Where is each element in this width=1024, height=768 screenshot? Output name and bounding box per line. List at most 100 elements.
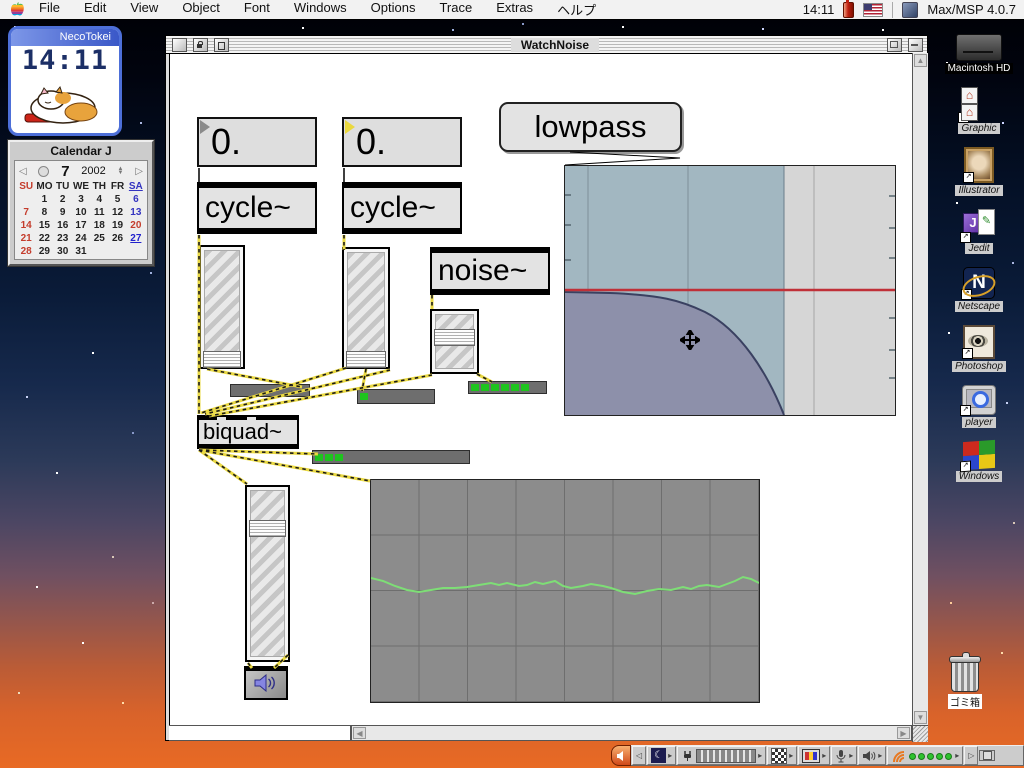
calendar-day[interactable]: 19 — [108, 220, 126, 231]
calendar-day[interactable]: 26 — [108, 233, 126, 244]
calendar-day[interactable]: 11 — [90, 207, 108, 218]
calendar-day[interactable]: 13 — [127, 207, 145, 218]
calendar-day[interactable]: 31 — [72, 246, 90, 257]
calendar-day[interactable]: 15 — [35, 220, 53, 231]
calendar-day[interactable]: 3 — [72, 194, 90, 205]
lock-icon[interactable] — [193, 37, 208, 52]
menu-clock[interactable]: 14:11 — [803, 2, 835, 17]
energy-saver-module[interactable]: ☾ ▸ — [647, 746, 677, 765]
calendar-day[interactable]: 6 — [127, 194, 145, 205]
object-biquad[interactable]: biquad~ — [197, 415, 299, 449]
calendar-day[interactable]: 12 — [108, 207, 126, 218]
calendar-day[interactable]: 27 — [127, 233, 145, 244]
necotokei-widget[interactable]: NecoTokei 14:11 — [8, 26, 122, 136]
menu-item-object[interactable]: Object — [182, 0, 220, 19]
scroll-up-icon[interactable]: ▲ — [914, 54, 927, 67]
desktop-icon-photoshop[interactable]: Photoshop — [952, 325, 1006, 372]
object-cycle-1[interactable]: cycle~ — [197, 182, 317, 234]
desktop-icon-netscape[interactable]: Netscape — [954, 267, 1004, 312]
calendar-today-button[interactable] — [38, 165, 50, 177]
calendar-day[interactable]: 17 — [72, 220, 90, 231]
resolution-module[interactable]: ▸ — [798, 746, 831, 765]
calendar-day[interactable]: 5 — [108, 194, 126, 205]
calendar-day[interactable]: 28 — [17, 246, 35, 257]
slider-frequency-1[interactable] — [199, 245, 245, 369]
desktop-icon-windows[interactable]: Windows — [955, 439, 1003, 482]
control-strip-tab[interactable] — [611, 745, 631, 766]
strip-end-box[interactable] — [979, 750, 996, 761]
scroll-left-icon[interactable]: ◀ — [353, 727, 366, 739]
slider-frequency-2[interactable] — [342, 247, 390, 369]
number-box-2[interactable]: 0. — [342, 117, 462, 167]
calendar-day[interactable]: 25 — [90, 233, 108, 244]
calendar-day[interactable]: 14 — [17, 220, 35, 231]
vertical-scrollbar[interactable]: ▲ ▼ — [912, 53, 928, 725]
calendar-day[interactable]: 16 — [54, 220, 72, 231]
desktop-icon-hd[interactable]: Macintosh HD — [944, 34, 1014, 74]
grow-box[interactable] — [912, 725, 928, 742]
calendar-widget[interactable]: Calendar J ◁ 7 2002 ▲ ▼ ▷ SU MO TU WE TH FR SA 1… — [7, 139, 155, 267]
slider-thumb[interactable] — [249, 520, 286, 537]
calendar-day[interactable]: 24 — [72, 233, 90, 244]
edit-mode-icon[interactable] — [214, 37, 229, 52]
number-box-1[interactable]: 0. — [197, 117, 317, 167]
menu-item-windows[interactable]: Windows — [294, 0, 347, 19]
calendar-day[interactable]: 30 — [54, 246, 72, 257]
calendar-day[interactable]: 4 — [90, 194, 108, 205]
slider-thumb[interactable] — [203, 351, 241, 368]
desktop-icon-illustrator[interactable]: Illustrator — [955, 147, 1003, 196]
scroll-down-icon[interactable]: ▼ — [914, 711, 927, 724]
application-menu-icon[interactable] — [902, 1, 919, 18]
calendar-day[interactable]: 22 — [35, 233, 53, 244]
calendar-day[interactable]: 23 — [54, 233, 72, 244]
strip-scroll-right[interactable]: ▷ — [964, 746, 979, 765]
calendar-day[interactable]: 9 — [54, 207, 72, 218]
slider-thumb[interactable] — [434, 329, 475, 346]
menu-item-extras[interactable]: Extras — [496, 0, 533, 19]
sound-input-module[interactable]: ▸ — [831, 746, 858, 765]
menu-item-trace[interactable]: Trace — [439, 0, 472, 19]
battery-module[interactable]: ▸ — [677, 746, 767, 765]
oscilloscope[interactable] — [370, 479, 760, 703]
calendar-day[interactable]: 10 — [72, 207, 90, 218]
menu-item-font[interactable]: Font — [244, 0, 270, 19]
airport-module[interactable]: ▸ — [887, 746, 964, 765]
application-name[interactable]: Max/MSP 4.0.7 — [927, 2, 1016, 17]
calendar-year-stepper[interactable]: ▲ ▼ — [118, 166, 124, 176]
slider-thumb[interactable] — [346, 351, 386, 368]
calendar-day[interactable]: 7 — [17, 207, 35, 218]
calendar-day[interactable]: 2 — [54, 194, 72, 205]
desktop-icon-jedit[interactable]: Jedit — [960, 209, 995, 254]
volume-module[interactable]: ▸ — [858, 746, 887, 765]
desktop-icon-player[interactable]: player — [960, 385, 996, 428]
menu-item-edit[interactable]: Edit — [84, 0, 106, 19]
menu-item-help[interactable]: ヘルプ — [557, 0, 596, 19]
menu-item-options[interactable]: Options — [371, 0, 416, 19]
close-box-icon[interactable] — [172, 37, 187, 52]
horizontal-scrollbar[interactable]: ◀ ▶ — [351, 725, 912, 741]
calendar-day[interactable]: 20 — [127, 220, 145, 231]
filtergraph[interactable] — [564, 165, 896, 416]
strip-scroll-left[interactable]: ◁ — [632, 746, 647, 765]
battery-icon[interactable] — [843, 0, 855, 18]
window-title-bar[interactable]: WatchNoise — [166, 36, 927, 54]
apple-menu-icon[interactable] — [10, 2, 25, 17]
zoom-box-icon[interactable] — [886, 37, 902, 52]
calendar-next-icon[interactable]: ▷ — [135, 166, 143, 177]
calendar-day[interactable]: 1 — [35, 194, 53, 205]
calendar-prev-icon[interactable]: ◁ — [19, 166, 27, 177]
bit-depth-module[interactable]: ▸ — [767, 746, 798, 765]
comment-lowpass[interactable]: lowpass — [499, 102, 682, 152]
menu-item-view[interactable]: View — [130, 0, 158, 19]
calendar-day[interactable]: 18 — [90, 220, 108, 231]
collapse-box-icon[interactable] — [907, 37, 923, 52]
keyboard-flag-icon[interactable] — [863, 2, 884, 17]
calendar-day[interactable]: 21 — [17, 233, 35, 244]
object-noise[interactable]: noise~ — [430, 247, 550, 295]
object-cycle-2[interactable]: cycle~ — [342, 182, 462, 234]
slider-noise-level[interactable] — [430, 309, 479, 374]
desktop-icon-graphic[interactable]: Graphic — [957, 87, 1000, 134]
calendar-day[interactable]: 8 — [35, 207, 53, 218]
menu-item-file[interactable]: File — [39, 0, 60, 19]
trash[interactable]: ゴミ箱 — [948, 652, 982, 709]
